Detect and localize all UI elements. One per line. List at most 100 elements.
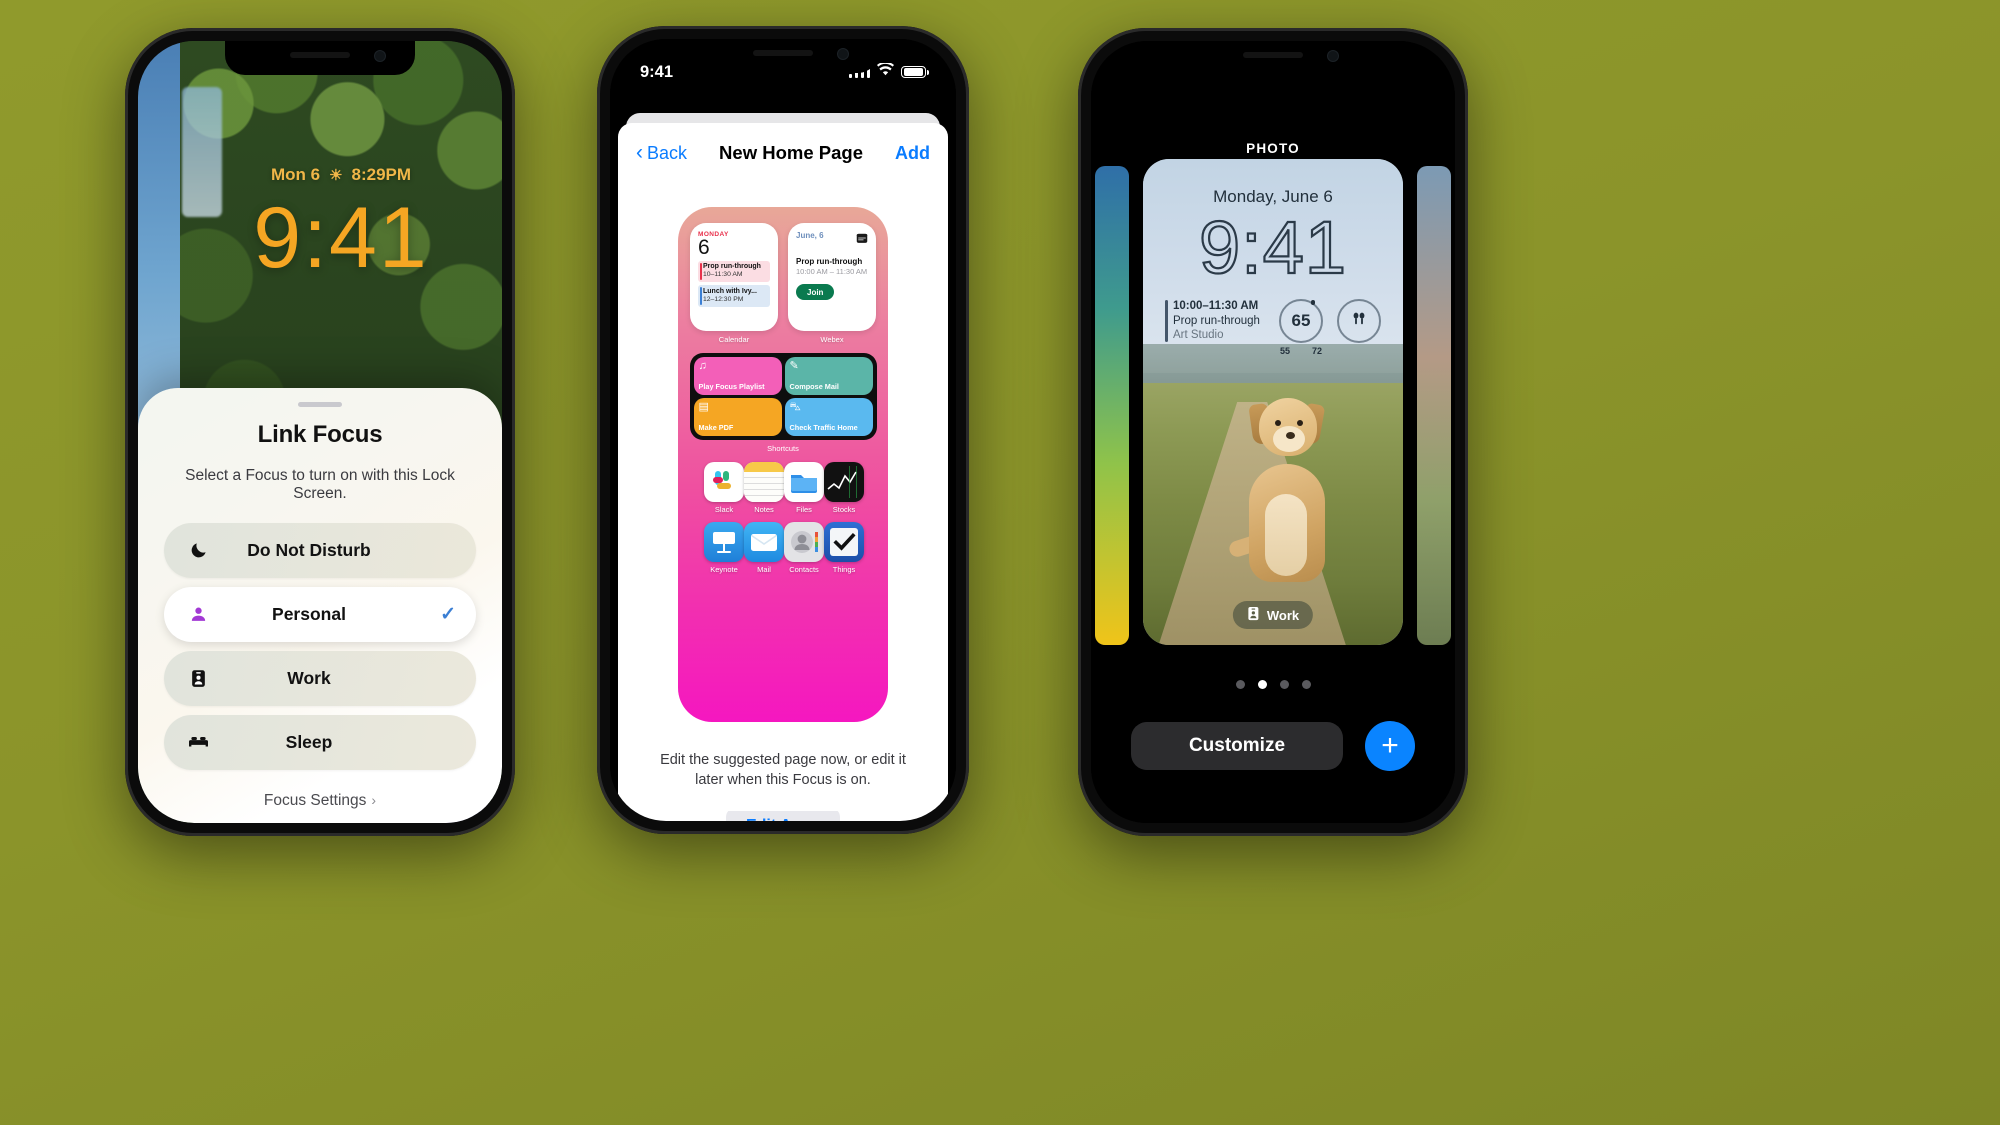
- keynote-icon: [704, 522, 744, 562]
- shortcut-label: Make PDF: [698, 423, 734, 433]
- focus-option-work[interactable]: Work: [164, 651, 476, 706]
- airpods-widget[interactable]: [1337, 299, 1381, 343]
- shortcut-make-pdf[interactable]: ▤ Make PDF: [693, 398, 782, 436]
- page-dot-active[interactable]: [1257, 680, 1267, 689]
- status-time: 9:41: [640, 62, 674, 81]
- app-slack[interactable]: Slack: [704, 462, 744, 514]
- join-button[interactable]: Join: [796, 284, 835, 300]
- temperature-high: 72: [1311, 346, 1322, 356]
- front-camera: [375, 51, 385, 61]
- focus-option-personal[interactable]: Personal ✓: [164, 587, 476, 642]
- page-dot[interactable]: [1301, 680, 1311, 689]
- lock-screen-clock: 9:41: [253, 190, 429, 286]
- link-focus-sheet: Link Focus Select a Focus to turn on wit…: [138, 388, 502, 823]
- wallpaper-peek-left[interactable]: [1095, 166, 1129, 645]
- add-button[interactable]: Add: [895, 143, 930, 164]
- app-label: Files: [796, 505, 812, 514]
- home-indicator[interactable]: [708, 806, 858, 811]
- contacts-icon: [784, 522, 824, 562]
- calendar-day-number: 6: [698, 236, 710, 259]
- mail-icon: [744, 522, 784, 562]
- app-things[interactable]: Things: [824, 522, 864, 574]
- shortcut-check-traffic-home[interactable]: ⛍ Check Traffic Home: [784, 398, 873, 436]
- webex-widget[interactable]: June, 6 Prop run-through 10:00 AM – 11:3…: [788, 223, 876, 344]
- stocks-icon: [824, 462, 864, 502]
- focus-option-label: Do Not Disturb: [247, 540, 371, 560]
- webex-event-time: 10:00 AM – 11:30 AM: [796, 267, 868, 276]
- lock-screen-clock: 9:41: [1198, 205, 1348, 289]
- webex-event-title: Prop run-through: [796, 257, 863, 266]
- page-dot[interactable]: [1279, 680, 1289, 689]
- lock-screen-date: Mon 6: [270, 165, 321, 184]
- front-camera: [1328, 51, 1338, 61]
- calendar-glyph-icon: [856, 231, 868, 249]
- shortcuts-caption: Shortcuts: [767, 444, 799, 453]
- lock-screen-date-row: Mon 6 ☀ 8:29PM: [180, 165, 502, 185]
- wallpaper-peek-right[interactable]: [1417, 166, 1451, 645]
- document-icon: ▤: [698, 401, 709, 413]
- temperature-current: 65: [1291, 311, 1311, 330]
- focus-settings-link[interactable]: Focus Settings ›: [164, 792, 476, 810]
- sheet-grabber[interactable]: [298, 402, 342, 407]
- app-files[interactable]: Files: [784, 462, 824, 514]
- customize-button[interactable]: Customize: [1130, 722, 1344, 770]
- widget-row: MONDAY 6 Prop run-through 10–11:30 AM Lu…: [690, 223, 876, 344]
- focus-option-list: Do Not Disturb Personal ✓ Work Sleep: [164, 523, 476, 770]
- calendar-event: Prop run-through 10–11:30 AM: [698, 260, 770, 283]
- phone-middle: 9:41 ‹ Back New Home Page Add MONDAY 6 P…: [597, 26, 969, 834]
- back-button[interactable]: ‹ Back: [636, 142, 688, 164]
- plus-icon[interactable]: +: [1365, 721, 1416, 771]
- phone-middle-screen: 9:41 ‹ Back New Home Page Add MONDAY 6 P…: [610, 39, 956, 821]
- notch: [688, 39, 878, 73]
- temperature-marker: [1310, 300, 1315, 305]
- calendar-widget[interactable]: 10:00–11:30 AM Prop run-through Art Stud…: [1165, 299, 1265, 342]
- chevron-right-icon: ›: [371, 792, 377, 808]
- focus-option-do-not-disturb[interactable]: Do Not Disturb: [164, 523, 476, 578]
- widget-caption: Webex: [820, 335, 844, 344]
- calendar-event: Lunch with Ivy... 12–12:30 PM: [698, 285, 770, 307]
- lock-screen-preview[interactable]: Monday, June 6 9:41 10:00–11:30 AM Prop …: [1143, 159, 1403, 645]
- calendar-widget[interactable]: MONDAY 6 Prop run-through 10–11:30 AM Lu…: [690, 223, 778, 344]
- shortcut-play-focus-playlist[interactable]: ♫ Play Focus Playlist: [693, 357, 782, 395]
- focus-option-sleep[interactable]: Sleep: [164, 715, 476, 770]
- app-stocks[interactable]: Stocks: [824, 462, 864, 514]
- phone-right-screen: PHOTO Monday, June 6 9:41 10:00–11:30 AM…: [1091, 41, 1455, 823]
- shortcuts-widget[interactable]: ♫ Play Focus Playlist ✎ Compose Mail ▤ M…: [689, 353, 877, 453]
- modal-navbar: ‹ Back New Home Page Add: [618, 123, 948, 183]
- app-mail[interactable]: Mail: [744, 522, 784, 574]
- front-camera: [838, 49, 848, 59]
- back-label: Back: [647, 142, 688, 163]
- calendar-title: Prop run-through: [1173, 314, 1260, 327]
- sheet-title: Link Focus: [257, 421, 383, 448]
- things-icon: [824, 522, 864, 562]
- selected-checkmark-icon: ✓: [440, 604, 456, 625]
- app-notes[interactable]: Notes: [744, 462, 784, 514]
- phone-right: PHOTO Monday, June 6 9:41 10:00–11:30 AM…: [1078, 28, 1468, 836]
- app-keynote[interactable]: Keynote: [704, 522, 744, 574]
- shortcuts-grid: ♫ Play Focus Playlist ✎ Compose Mail ▤ M…: [689, 353, 877, 440]
- app-label: Slack: [714, 505, 734, 514]
- event-time: 10–11:30 AM: [703, 271, 743, 279]
- wifi-icon: [877, 61, 894, 81]
- app-label: Keynote: [710, 565, 738, 574]
- page-dot[interactable]: [1235, 680, 1245, 689]
- car-icon: ⛍: [789, 401, 801, 413]
- home-page-preview[interactable]: MONDAY 6 Prop run-through 10–11:30 AM Lu…: [678, 207, 888, 722]
- shortcut-label: Compose Mail: [789, 382, 839, 392]
- shortcut-compose-mail[interactable]: ✎ Compose Mail: [784, 357, 873, 395]
- widget-caption: Calendar: [718, 335, 750, 344]
- app-label: Things: [832, 565, 856, 574]
- page-title: New Home Page: [719, 142, 863, 163]
- notes-icon: [744, 462, 784, 502]
- app-label: Contacts: [789, 565, 819, 574]
- notch: [225, 41, 415, 75]
- temperature-widget[interactable]: 65 55 72: [1279, 299, 1323, 356]
- phone-left: Mon 6 ☀ 8:29PM 9:41 Link Focus Select a …: [125, 28, 515, 836]
- focus-option-label: Personal: [272, 604, 346, 624]
- lock-screen-widget-row: 10:00–11:30 AM Prop run-through Art Stud…: [1165, 299, 1381, 356]
- dog-subject: [1227, 392, 1351, 583]
- app-grid: Slack Notes Files Stocks Keynote Mail Co…: [690, 462, 876, 574]
- focus-badge[interactable]: Work: [1232, 601, 1314, 629]
- app-contacts[interactable]: Contacts: [784, 522, 824, 574]
- new-home-page-modal: ‹ Back New Home Page Add MONDAY 6 Prop r…: [618, 123, 948, 821]
